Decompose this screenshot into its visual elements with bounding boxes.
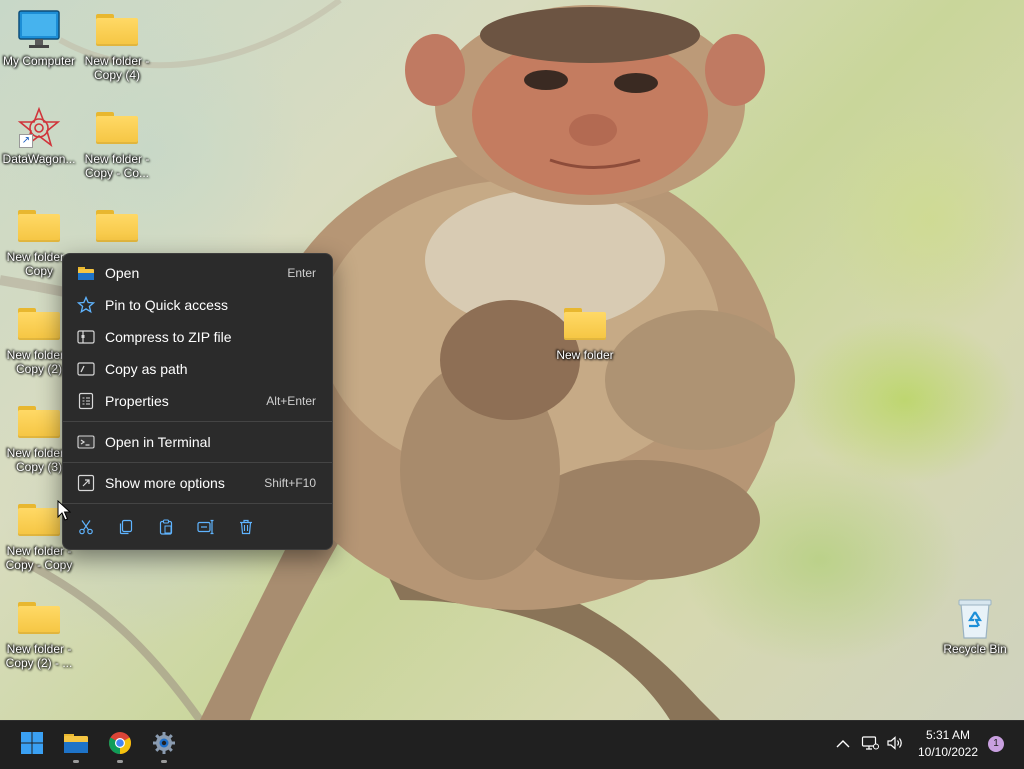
menu-item-label: Compress to ZIP file <box>105 329 232 345</box>
desktop-icon-folder[interactable]: New folder - Copy (4) <box>78 8 156 82</box>
desktop-icon-label: New folder - Copy (2) - ... <box>5 642 73 670</box>
menu-item-label: Pin to Quick access <box>105 297 228 313</box>
volume-button[interactable] <box>885 735 905 755</box>
taskbar-file-explorer[interactable] <box>56 725 96 765</box>
desktop-icon-label: My Computer <box>2 54 76 68</box>
folder-icon <box>15 302 63 346</box>
paste-icon <box>158 518 174 538</box>
file-explorer-icon <box>63 732 89 759</box>
desktop-icon-label: New folder - Copy (4) <box>84 54 150 82</box>
menu-item-label: Open in Terminal <box>105 434 211 450</box>
running-indicator <box>73 760 79 763</box>
desktop-icon-label: New folder <box>556 348 614 362</box>
taskbar-clock[interactable]: 5:31 AM 10/10/2022 <box>912 727 984 761</box>
chrome-icon <box>108 731 132 760</box>
desktop-icon-recycle-bin[interactable]: Recycle Bin <box>936 596 1014 656</box>
menu-item-shortcut: Shift+F10 <box>264 476 316 490</box>
desktop-icon-folder[interactable]: New folder - Copy (2) - ... <box>0 596 78 670</box>
desktop-icon-datawagon[interactable]: ↗ DataWagon... <box>0 106 78 166</box>
folder-icon <box>93 106 141 150</box>
volume-icon <box>886 735 904 756</box>
monitor-icon <box>15 8 63 52</box>
context-menu: Open Enter Pin to Quick access Compress … <box>62 253 333 550</box>
shortcut-arrow-icon: ↗ <box>19 134 33 148</box>
delete-button[interactable] <box>233 516 259 540</box>
taskbar-settings[interactable] <box>144 725 184 765</box>
taskbar-chrome[interactable] <box>100 725 140 765</box>
menu-separator <box>63 421 332 422</box>
menu-item-copy-as-path[interactable]: Copy as path <box>67 354 328 384</box>
desktop-icon-label: Recycle Bin <box>943 642 1007 656</box>
datawagon-shortcut-icon: ↗ <box>15 106 63 150</box>
properties-icon <box>77 392 95 410</box>
folder-icon <box>561 302 609 346</box>
folder-open-icon <box>77 264 95 282</box>
desktop-icon-folder[interactable]: New folder <box>546 302 624 362</box>
notification-count: 1 <box>993 738 999 749</box>
menu-item-properties[interactable]: Properties Alt+Enter <box>67 386 328 416</box>
network-icon <box>861 735 879 756</box>
path-icon <box>77 360 95 378</box>
menu-item-label: Properties <box>105 393 169 409</box>
menu-item-label: Show more options <box>105 475 225 491</box>
show-hidden-icons-button[interactable] <box>833 735 853 755</box>
menu-item-open[interactable]: Open Enter <box>67 258 328 288</box>
menu-separator <box>63 503 332 504</box>
rename-icon <box>197 519 215 538</box>
running-indicator <box>117 760 123 763</box>
desktop-icon-label: New folder - Copy - Co... <box>84 152 150 180</box>
zip-icon <box>77 328 95 346</box>
desktop-icon-folder[interactable]: New folder - Copy - Co... <box>78 106 156 180</box>
folder-icon <box>15 596 63 640</box>
copy-button[interactable] <box>113 516 139 540</box>
clock-date: 10/10/2022 <box>917 745 979 759</box>
network-status-button[interactable] <box>860 735 880 755</box>
menu-item-shortcut: Alt+Enter <box>266 394 316 408</box>
menu-item-pin-quick-access[interactable]: Pin to Quick access <box>67 290 328 320</box>
folder-icon <box>93 204 141 248</box>
menu-item-label: Open <box>105 265 140 281</box>
notification-badge[interactable]: 1 <box>988 736 1004 752</box>
settings-icon <box>152 731 176 760</box>
terminal-icon <box>77 433 95 451</box>
clock-time: 5:31 AM <box>925 728 971 742</box>
folder-icon <box>15 204 63 248</box>
start-button[interactable] <box>12 725 52 765</box>
paste-button[interactable] <box>153 516 179 540</box>
folder-icon <box>93 8 141 52</box>
menu-separator <box>63 462 332 463</box>
desktop-icon-label: DataWagon... <box>2 152 76 166</box>
menu-item-show-more-options[interactable]: Show more options Shift+F10 <box>67 468 328 498</box>
menu-item-open-terminal[interactable]: Open in Terminal <box>67 427 328 457</box>
taskbar: 5:31 AM 10/10/2022 <box>0 720 1024 769</box>
copy-icon <box>118 519 134 538</box>
desktop-icon-my-computer[interactable]: My Computer <box>0 8 78 68</box>
cut-icon <box>78 519 94 538</box>
chevron-up-icon <box>836 736 850 754</box>
folder-icon <box>15 400 63 444</box>
menu-item-compress-zip[interactable]: Compress to ZIP file <box>67 322 328 352</box>
menu-item-shortcut: Enter <box>287 266 316 280</box>
mouse-cursor-icon <box>57 499 72 527</box>
delete-icon <box>238 519 254 538</box>
context-menu-action-bar <box>63 512 332 542</box>
more-options-icon <box>77 474 95 492</box>
star-icon <box>77 296 95 314</box>
rename-button[interactable] <box>193 516 219 540</box>
folder-icon <box>15 498 63 542</box>
recycle-bin-icon <box>951 596 999 640</box>
desktop-icon-folder[interactable] <box>78 204 156 250</box>
running-indicator <box>161 760 167 763</box>
cut-button[interactable] <box>73 516 99 540</box>
start-icon <box>20 731 44 760</box>
menu-item-label: Copy as path <box>105 361 188 377</box>
